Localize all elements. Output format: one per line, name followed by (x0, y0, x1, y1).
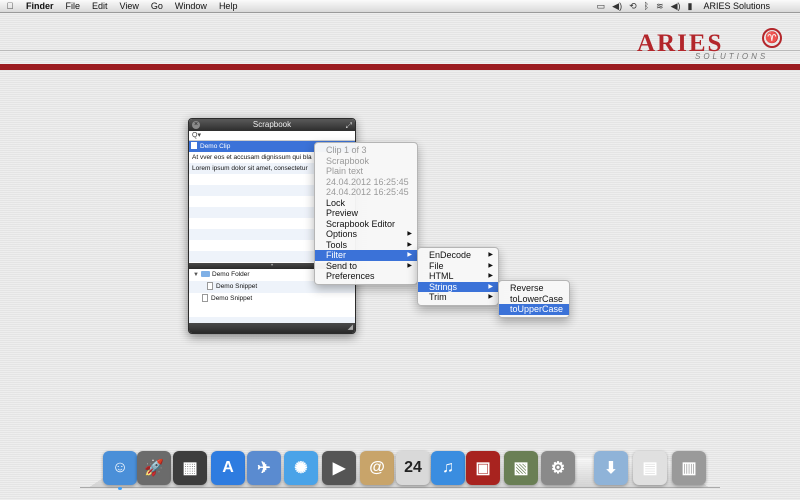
menu-file[interactable]: File (60, 1, 87, 11)
context-item-lock[interactable]: Lock (315, 198, 417, 209)
tree-label: Demo Snippet (211, 295, 253, 302)
facetime-icon[interactable]: ▶ (322, 451, 356, 485)
tree-label: Demo Snippet (216, 283, 258, 290)
submenu-arrow-icon: ▶ (407, 252, 412, 258)
downloads-folder-icon[interactable]: ⬇ (594, 451, 628, 485)
menu-view[interactable]: View (114, 1, 145, 11)
safari-icon[interactable]: ✺ (284, 451, 318, 485)
submenu-arrow-icon: ▶ (407, 241, 412, 248)
bluetooth-icon[interactable]: ᛒ (644, 0, 649, 12)
itunes-icon[interactable]: ♫ (431, 451, 465, 485)
filter-submenu: EnDecode ▶ File ▶ HTML ▶ Strings ▶ Trim ▶ (417, 247, 499, 306)
strings-item-touppercase[interactable]: toUpperCase (499, 304, 569, 315)
resize-grip-icon[interactable]: ◢ (348, 324, 353, 331)
menu-edit[interactable]: Edit (86, 1, 114, 11)
dock-line (80, 487, 720, 488)
context-item-scrapbook-editor[interactable]: Scrapbook Editor (315, 219, 417, 230)
filter-item-endecode[interactable]: EnDecode ▶ (418, 250, 498, 261)
aries-symbol-icon: ♈ (762, 28, 782, 48)
trash-icon[interactable]: ▥ (672, 451, 706, 485)
clip-icon (191, 142, 197, 149)
menu-bar:  FinderFileEditViewGoWindowHelp ▭ ◀) ⟲ … (0, 0, 800, 13)
clip-label: Lorem ipsum dolor sit amet, consectetur (192, 165, 308, 172)
window-bottom-bar: ◢ (189, 323, 355, 333)
battery-icon[interactable]: ▮ (688, 0, 693, 12)
submenu-arrow-icon: ▶ (488, 283, 493, 290)
clip-label: Demo Clip (200, 143, 231, 150)
volume-icon[interactable]: ◀) (612, 0, 622, 12)
preview-icon[interactable]: ✈ (247, 451, 281, 485)
tree-row[interactable]: Demo Snippet (189, 293, 355, 305)
scrapbook-titlebar[interactable]: × Scrapbook ⤢ (189, 119, 355, 131)
logo-subtitle: SOLUTIONS (695, 52, 769, 61)
submenu-arrow-icon: ▶ (488, 252, 493, 258)
context-menu: Clip 1 of 3 Scrapbook Plain text 24.04.2012… (314, 142, 418, 285)
photo-booth-icon[interactable]: ▣ (466, 451, 500, 485)
mission-control-icon[interactable]: ▦ (173, 451, 207, 485)
app-store-icon[interactable]: A (211, 451, 245, 485)
document-icon (202, 294, 208, 302)
context-item-tools[interactable]: Tools ▶ (315, 240, 417, 251)
document-icon (207, 282, 213, 290)
context-item-filter[interactable]: Filter ▶ (315, 250, 417, 261)
documents-stack-icon[interactable]: ▤ (633, 451, 667, 485)
time-machine-icon[interactable]: ⟲ (629, 0, 637, 12)
menu-finder[interactable]: Finder (20, 1, 60, 11)
user-name[interactable]: ARIES Solutions (703, 1, 770, 11)
context-item-preview[interactable]: Preview (315, 208, 417, 219)
address-book-icon[interactable]: @ (360, 451, 394, 485)
submenu-arrow-icon: ▶ (407, 262, 412, 269)
context-item-scrapbook: Scrapbook (326, 155, 370, 166)
context-item-options[interactable]: Options ▶ (315, 229, 417, 240)
display-icon[interactable]: ▭ (597, 0, 606, 12)
strings-item-tolowercase[interactable]: toLowerCase (499, 294, 569, 305)
finder-icon[interactable]: ☺ (103, 451, 137, 490)
ical-icon[interactable]: 24 (396, 451, 430, 485)
clip-label: At vver eos et accusam dignissum qui bla (192, 154, 312, 161)
context-item-clip-1-of-3: Clip 1 of 3 (326, 145, 367, 155)
strings-submenu: Reverse toLowerCase toUpperCase (498, 280, 570, 318)
menu-window[interactable]: Window (169, 1, 213, 11)
submenu-arrow-icon: ▶ (488, 273, 493, 279)
submenu-arrow-icon: ▶ (488, 262, 493, 269)
disclosure-triangle-icon[interactable]: ▼ (191, 269, 201, 281)
context-item-24-04-2012-16-25-45: 24.04.2012 16:25:45 (326, 187, 409, 197)
filter-item-trim[interactable]: Trim ▶ (418, 292, 498, 303)
system-preferences-icon[interactable]: ⚙ (541, 451, 575, 485)
window-title: Scrapbook (252, 120, 292, 129)
menu-help[interactable]: Help (213, 1, 244, 11)
wifi-icon[interactable]: ≋ (656, 0, 664, 12)
filter-item-strings[interactable]: Strings ▶ (418, 281, 498, 292)
tree-label: Demo Folder (212, 271, 250, 278)
aries-logo: ARIES SOLUTIONS ♈ (637, 28, 787, 66)
filter-item-file[interactable]: File ▶ (418, 261, 498, 272)
context-item-plain-text: Plain text (326, 166, 364, 176)
context-item-24-04-2012-16-25-45: 24.04.2012 16:25:45 (326, 176, 409, 187)
filter-item-html[interactable]: HTML ▶ (418, 271, 498, 282)
strings-item-reverse[interactable]: Reverse (499, 283, 569, 294)
context-item-preferences[interactable]: Preferences (315, 271, 417, 282)
volume-icon[interactable]: ◀) (671, 0, 681, 12)
submenu-arrow-icon: ▶ (488, 294, 493, 300)
tree-row-empty (189, 305, 355, 317)
apple-menu-icon[interactable]:  (0, 1, 20, 11)
iphoto-icon[interactable]: ▧ (504, 451, 538, 485)
launchpad-icon[interactable]: 🚀 (137, 451, 171, 485)
resize-icon[interactable]: ⤢ (346, 120, 352, 132)
context-item-send-to[interactable]: Send to ▶ (315, 261, 417, 272)
menu-go[interactable]: Go (145, 1, 169, 11)
status-area: ▭ ◀) ⟲ ᛒ ≋ ◀) ▮ ARIES Solutions (597, 0, 800, 12)
search-field[interactable]: Q▾ (189, 131, 355, 141)
close-icon[interactable]: × (192, 121, 200, 129)
folder-icon (201, 271, 210, 277)
submenu-arrow-icon: ▶ (407, 231, 412, 237)
